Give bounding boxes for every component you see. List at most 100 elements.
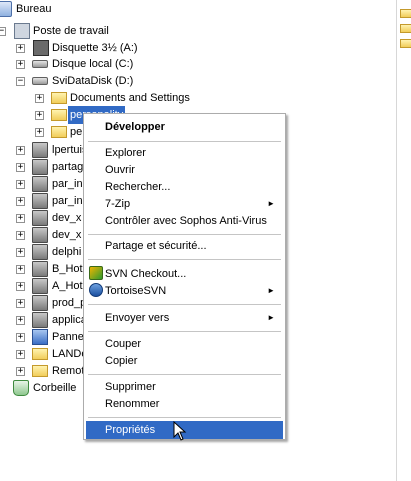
- hard-drive-icon: [32, 77, 48, 85]
- collapse-icon[interactable]: −: [16, 77, 25, 86]
- menu-item-7zip[interactable]: 7-Zip ►: [86, 195, 283, 213]
- menu-item-tortoisesvn[interactable]: TortoiseSVN ►: [86, 282, 283, 300]
- expand-icon[interactable]: +: [16, 333, 25, 342]
- menu-item-label: Envoyer vers: [105, 312, 170, 324]
- menu-item-label: Couper: [105, 338, 142, 350]
- tree-item-label: pe: [70, 126, 83, 138]
- tree-item-label: Documents and Settings: [70, 92, 190, 104]
- menu-item-label: Explorer: [105, 147, 146, 159]
- network-drive-icon: [32, 261, 48, 277]
- menu-item-envoyer-vers[interactable]: Envoyer vers ►: [86, 309, 283, 327]
- menu-item-ouvrir[interactable]: Ouvrir: [86, 161, 283, 179]
- menu-separator: [88, 234, 281, 235]
- recycle-bin-icon: [13, 380, 29, 396]
- submenu-arrow-icon: ►: [267, 313, 275, 322]
- expand-icon[interactable]: +: [16, 146, 25, 155]
- network-drive-icon: [32, 159, 48, 175]
- tree-item-label: Bureau: [16, 3, 52, 15]
- svn-checkout-icon: [89, 266, 103, 280]
- expand-icon[interactable]: +: [16, 367, 25, 376]
- network-drive-icon: [32, 193, 48, 209]
- tree-item-label: Corbeille: [33, 382, 77, 394]
- expand-icon[interactable]: +: [16, 231, 25, 240]
- network-drive-icon: [32, 142, 48, 158]
- menu-item-label: Développer: [105, 121, 165, 133]
- mouse-cursor-icon: [173, 421, 187, 441]
- network-drive-icon: [32, 278, 48, 294]
- menu-item-label: Supprimer: [105, 381, 156, 393]
- menu-item-sophos[interactable]: Contrôler avec Sophos Anti-Virus: [86, 212, 283, 230]
- expand-icon[interactable]: +: [16, 60, 25, 69]
- expand-icon[interactable]: +: [35, 94, 44, 103]
- tree-item-label: dev_x: [52, 212, 82, 224]
- menu-separator: [88, 331, 281, 332]
- network-drive-icon: [32, 312, 48, 328]
- menu-item-label: 7-Zip: [105, 198, 131, 210]
- expand-icon[interactable]: +: [16, 214, 25, 223]
- folder-icon: [51, 92, 67, 104]
- hard-drive-icon: [32, 60, 48, 68]
- expand-icon[interactable]: +: [16, 180, 25, 189]
- floppy-drive-icon: [33, 40, 49, 56]
- menu-item-label: TortoiseSVN: [105, 285, 167, 297]
- menu-item-copier[interactable]: Copier: [86, 352, 283, 370]
- menu-item-svn-checkout[interactable]: SVN Checkout...: [86, 265, 283, 283]
- menu-item-supprimer[interactable]: Supprimer: [86, 378, 283, 396]
- submenu-arrow-icon: ►: [267, 286, 275, 295]
- menu-item-explorer[interactable]: Explorer: [86, 144, 283, 162]
- folder-icon[interactable]: [400, 24, 411, 33]
- network-folder-icon: [32, 365, 48, 377]
- menu-separator: [88, 374, 281, 375]
- folder-icon[interactable]: [400, 39, 411, 48]
- network-drive-icon: [32, 227, 48, 243]
- menu-item-partage-securite[interactable]: Partage et sécurité...: [86, 237, 283, 255]
- tree-item-label: par_in: [52, 195, 83, 207]
- menu-item-label: SVN Checkout...: [105, 268, 187, 280]
- collapse-icon[interactable]: −: [0, 27, 6, 36]
- expand-icon[interactable]: +: [16, 197, 25, 206]
- menu-item-label: Partage et sécurité...: [105, 240, 207, 252]
- tree-item-label: Remot: [52, 365, 85, 377]
- menu-item-developper[interactable]: Développer: [86, 118, 283, 136]
- right-pane-strip: [396, 0, 411, 481]
- tree-item-label: dev_x: [52, 229, 82, 241]
- expand-icon[interactable]: +: [16, 350, 25, 359]
- expand-icon[interactable]: +: [16, 44, 25, 53]
- menu-separator: [88, 304, 281, 305]
- expand-icon[interactable]: +: [16, 248, 25, 257]
- menu-item-renommer[interactable]: Renommer: [86, 395, 283, 413]
- folder-icon[interactable]: [400, 9, 411, 18]
- expand-icon[interactable]: +: [16, 299, 25, 308]
- menu-item-couper[interactable]: Couper: [86, 335, 283, 353]
- submenu-arrow-icon: ►: [267, 199, 275, 208]
- menu-item-rechercher[interactable]: Rechercher...: [86, 178, 283, 196]
- expand-icon[interactable]: +: [16, 163, 25, 172]
- menu-separator: [88, 141, 281, 142]
- expand-icon[interactable]: +: [16, 282, 25, 291]
- tree-item-label: Poste de travail: [33, 25, 109, 37]
- expand-icon[interactable]: +: [35, 128, 44, 137]
- menu-item-label: Renommer: [105, 398, 160, 410]
- menu-item-label: Copier: [105, 355, 138, 367]
- context-menu: Développer Explorer Ouvrir Rechercher...…: [83, 113, 286, 440]
- tree-item-label: partag: [52, 161, 84, 173]
- expand-icon[interactable]: +: [16, 265, 25, 274]
- network-drive-icon: [32, 210, 48, 226]
- tree-item-label: delphi: [52, 246, 82, 258]
- tree-item-label: par_in: [52, 178, 83, 190]
- desktop-icon: [0, 1, 12, 17]
- menu-item-label: Propriétés: [105, 424, 156, 436]
- network-drive-icon: [32, 244, 48, 260]
- menu-item-label: Contrôler avec Sophos Anti-Virus: [105, 215, 267, 227]
- menu-separator: [88, 417, 281, 418]
- tortoisesvn-icon: [89, 283, 103, 297]
- folder-icon: [51, 126, 67, 138]
- folder-icon: [51, 109, 67, 121]
- control-panel-icon: [32, 329, 48, 345]
- expand-icon[interactable]: +: [35, 111, 44, 120]
- menu-separator: [88, 259, 281, 260]
- expand-icon[interactable]: +: [16, 316, 25, 325]
- menu-item-label: Rechercher...: [105, 181, 171, 193]
- computer-icon: [14, 23, 30, 39]
- network-drive-icon: [32, 176, 48, 192]
